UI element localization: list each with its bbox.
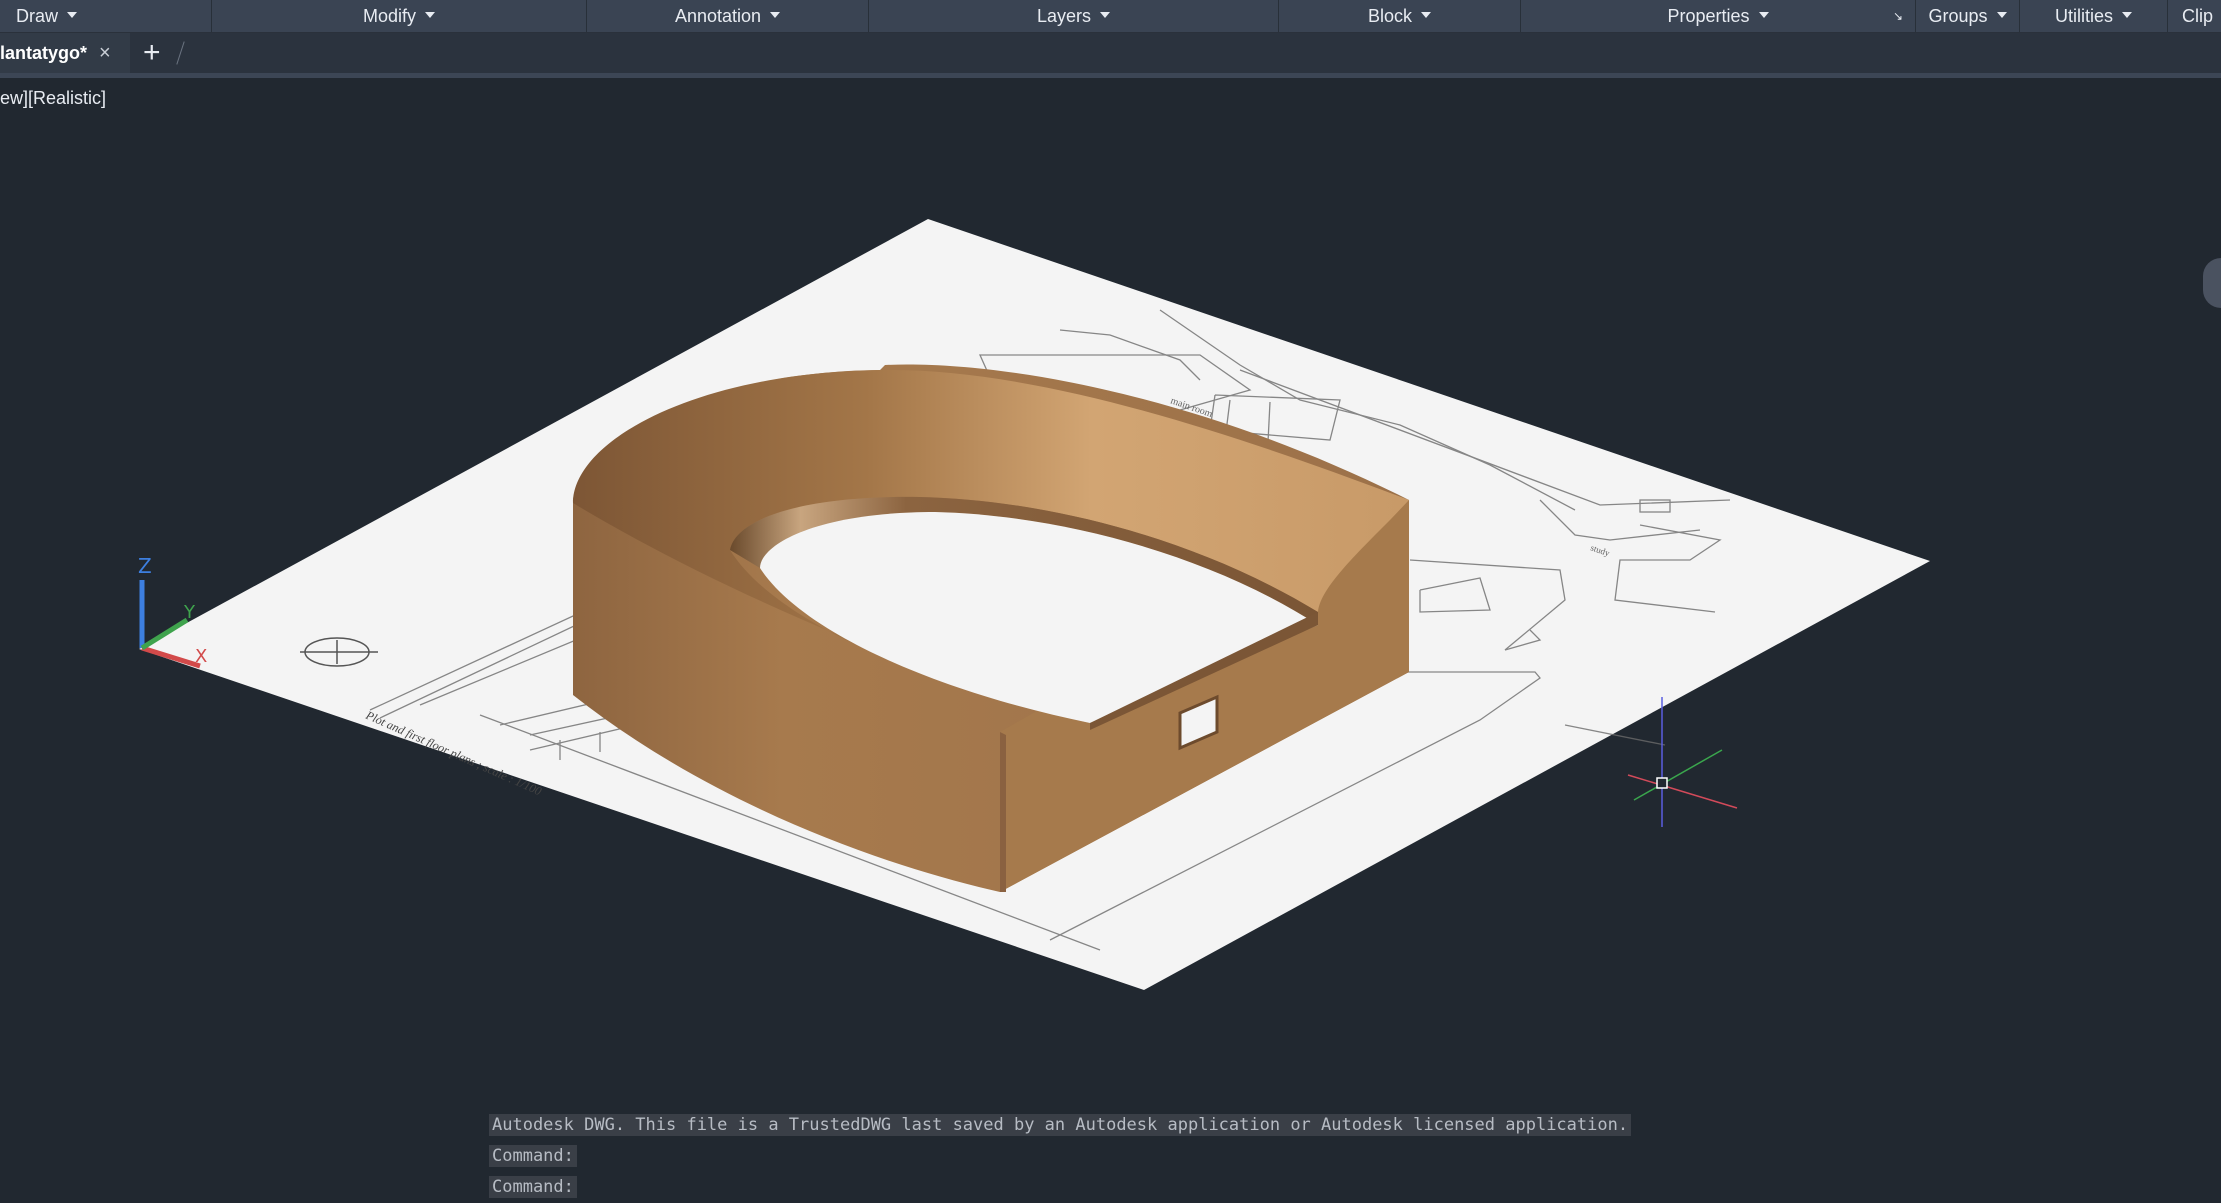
ucs-x-label: X	[195, 646, 207, 667]
model-viewport[interactable]: main room study Plot and first floor pla…	[0, 0, 2221, 1203]
ucs-z-label: Z	[138, 554, 152, 578]
command-history-line: Command:	[489, 1145, 577, 1167]
front-wall-edge	[1000, 732, 1006, 892]
navigation-bar-handle[interactable]	[2203, 258, 2221, 308]
command-history-line: Command:	[489, 1176, 577, 1198]
ucs-y-label: Y	[183, 602, 196, 623]
command-history-line: Autodesk DWG. This file is a TrustedDWG …	[489, 1114, 1632, 1136]
